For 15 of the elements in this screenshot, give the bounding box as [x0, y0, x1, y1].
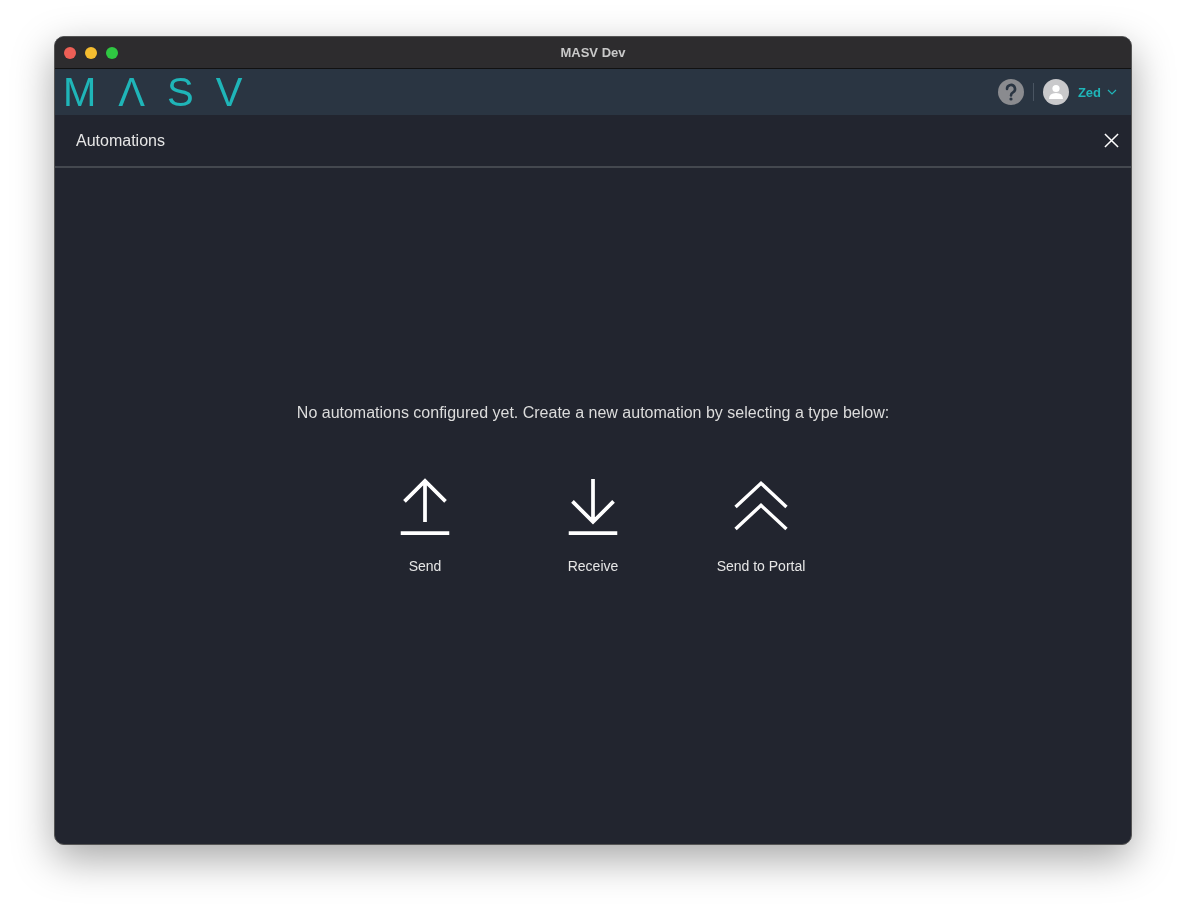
close-icon[interactable] [1104, 133, 1119, 148]
help-icon[interactable] [997, 79, 1024, 105]
empty-state-message: No automations configured yet. Create a new automation by selecting a type below: [296, 404, 890, 422]
zoom-window-button[interactable] [106, 46, 118, 59]
user-menu[interactable]: Zed [1077, 84, 1117, 100]
panel-title: Automations [76, 131, 165, 150]
logo: MΛSV [63, 72, 265, 112]
automation-type-button[interactable]: Send to Portal [705, 476, 817, 574]
avatar-icon[interactable] [1042, 79, 1069, 105]
window-title: MASV Dev [560, 45, 626, 60]
caret-icon [1107, 89, 1117, 95]
automation-type-button[interactable]: Send [369, 476, 481, 574]
minimize-window-button[interactable] [85, 46, 97, 59]
close-window-button[interactable] [64, 46, 76, 59]
automation-type-button[interactable]: Receive [537, 476, 649, 574]
